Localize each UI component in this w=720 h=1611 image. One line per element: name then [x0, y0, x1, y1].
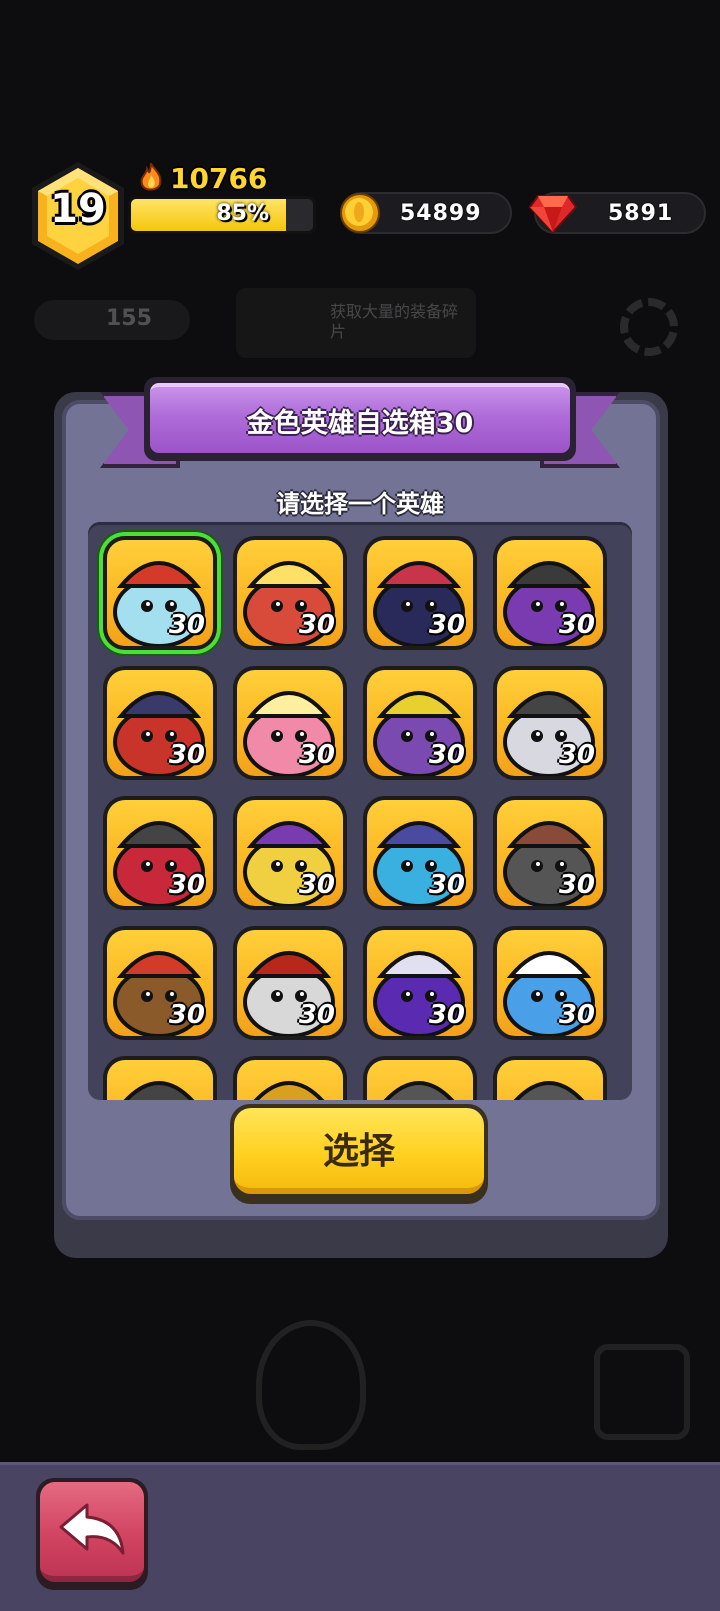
- hero-card[interactable]: [493, 1056, 607, 1100]
- gem-counter[interactable]: 5891: [528, 192, 706, 234]
- stamina-value: 155: [106, 306, 152, 331]
- hero-card-face: 30: [497, 670, 603, 776]
- hero-card[interactable]: [363, 1056, 477, 1100]
- power-display: 10766: [138, 161, 268, 195]
- hero-silhouette: [256, 1320, 366, 1450]
- hero-card[interactable]: 30: [363, 536, 477, 650]
- hero-card-face: 30: [107, 800, 213, 906]
- hero-level: 30: [298, 610, 335, 640]
- hero-card-face: 30: [237, 930, 343, 1036]
- hero-level: 30: [168, 740, 205, 770]
- hero-card[interactable]: 30: [233, 666, 347, 780]
- hero-card-face: 30: [497, 800, 603, 906]
- hero-card[interactable]: 30: [233, 796, 347, 910]
- hero-grid: 30 30 30 30 30 30 30 30 30 30 30 30 30 30 30 30: [103, 536, 607, 1100]
- hero-level: 30: [168, 610, 205, 640]
- hero-card[interactable]: 30: [233, 926, 347, 1040]
- hero-card-face: 30: [237, 540, 343, 646]
- hero-card[interactable]: 30: [103, 926, 217, 1040]
- hero-portrait-icon: [513, 1081, 585, 1100]
- coin-counter[interactable]: 54899: [340, 192, 512, 234]
- hero-card-face: 30: [497, 540, 603, 646]
- hero-card-face: 30: [107, 540, 213, 646]
- select-button-label: 选择: [322, 1131, 395, 1172]
- dialog-subtitle: 请选择一个英雄: [276, 490, 444, 518]
- dialog-title: 金色英雄自选箱30: [246, 407, 474, 439]
- ruby-gem-icon: [528, 195, 578, 234]
- dialog-title-banner: 金色英雄自选箱30: [144, 377, 576, 461]
- coin-value: 54899: [400, 200, 482, 226]
- hero-card-face: 30: [237, 800, 343, 906]
- hero-grid-container[interactable]: 30 30 30 30 30 30 30 30 30 30 30 30 30 30 30 30: [88, 522, 632, 1100]
- hero-level: 30: [558, 610, 595, 640]
- hero-card-face: [367, 1060, 473, 1100]
- hero-card[interactable]: 30: [103, 666, 217, 780]
- hero-card[interactable]: 30: [103, 796, 217, 910]
- hero-card-face: 30: [367, 670, 473, 776]
- hero-card[interactable]: 30: [493, 926, 607, 1040]
- hero-card-face: [237, 1060, 343, 1100]
- hero-level: 30: [298, 740, 335, 770]
- hero-card[interactable]: [233, 1056, 347, 1100]
- notice-panel: 获取大量的装备碎片: [236, 288, 476, 358]
- hero-card-face: 30: [367, 930, 473, 1036]
- hero-level: 30: [428, 610, 465, 640]
- shop-icon: [594, 1344, 690, 1440]
- hero-level: 30: [168, 870, 205, 900]
- hero-card[interactable]: [103, 1056, 217, 1100]
- hero-card-face: 30: [367, 540, 473, 646]
- hero-card-face: 30: [107, 930, 213, 1036]
- hero-level: 30: [428, 1000, 465, 1030]
- power-value: 10766: [170, 161, 268, 195]
- hero-card-face: 30: [237, 670, 343, 776]
- hero-level: 30: [298, 870, 335, 900]
- hero-portrait-icon: [123, 1081, 195, 1100]
- hero-portrait-icon: [383, 1081, 455, 1100]
- hero-portrait-icon: [253, 1081, 325, 1100]
- hero-card[interactable]: 30: [493, 796, 607, 910]
- notice-text: 获取大量的装备碎片: [330, 302, 459, 341]
- hero-card[interactable]: 30: [233, 536, 347, 650]
- back-button[interactable]: [36, 1478, 148, 1590]
- hero-card[interactable]: 30: [493, 666, 607, 780]
- hero-level: 30: [168, 1000, 205, 1030]
- hero-card-face: [107, 1060, 213, 1100]
- flame-icon: [140, 163, 162, 191]
- coin-icon: [340, 193, 380, 233]
- hero-level: 30: [298, 1000, 335, 1030]
- hero-card-face: 30: [107, 670, 213, 776]
- hero-card[interactable]: 30: [363, 666, 477, 780]
- settings-gear-icon: [620, 298, 678, 356]
- hero-level: 30: [558, 740, 595, 770]
- hero-card-face: [497, 1060, 603, 1100]
- hero-level: 30: [558, 1000, 595, 1030]
- back-arrow-icon: [59, 1503, 125, 1555]
- hero-level: 30: [428, 740, 465, 770]
- player-level: 19: [50, 186, 106, 232]
- gem-value: 5891: [608, 200, 674, 226]
- hero-card-face: 30: [497, 930, 603, 1036]
- xp-progress-bar: 85%: [128, 196, 316, 234]
- hero-card[interactable]: 30: [493, 536, 607, 650]
- hero-card[interactable]: 30: [363, 796, 477, 910]
- stamina-counter: 155: [34, 300, 190, 340]
- hero-level: 30: [428, 870, 465, 900]
- hero-card[interactable]: 30: [363, 926, 477, 1040]
- select-button[interactable]: 选择: [230, 1104, 488, 1204]
- hero-level: 30: [558, 870, 595, 900]
- hero-card-face: 30: [367, 800, 473, 906]
- xp-percent: 85%: [216, 201, 269, 226]
- hero-card[interactable]: 30: [103, 536, 217, 650]
